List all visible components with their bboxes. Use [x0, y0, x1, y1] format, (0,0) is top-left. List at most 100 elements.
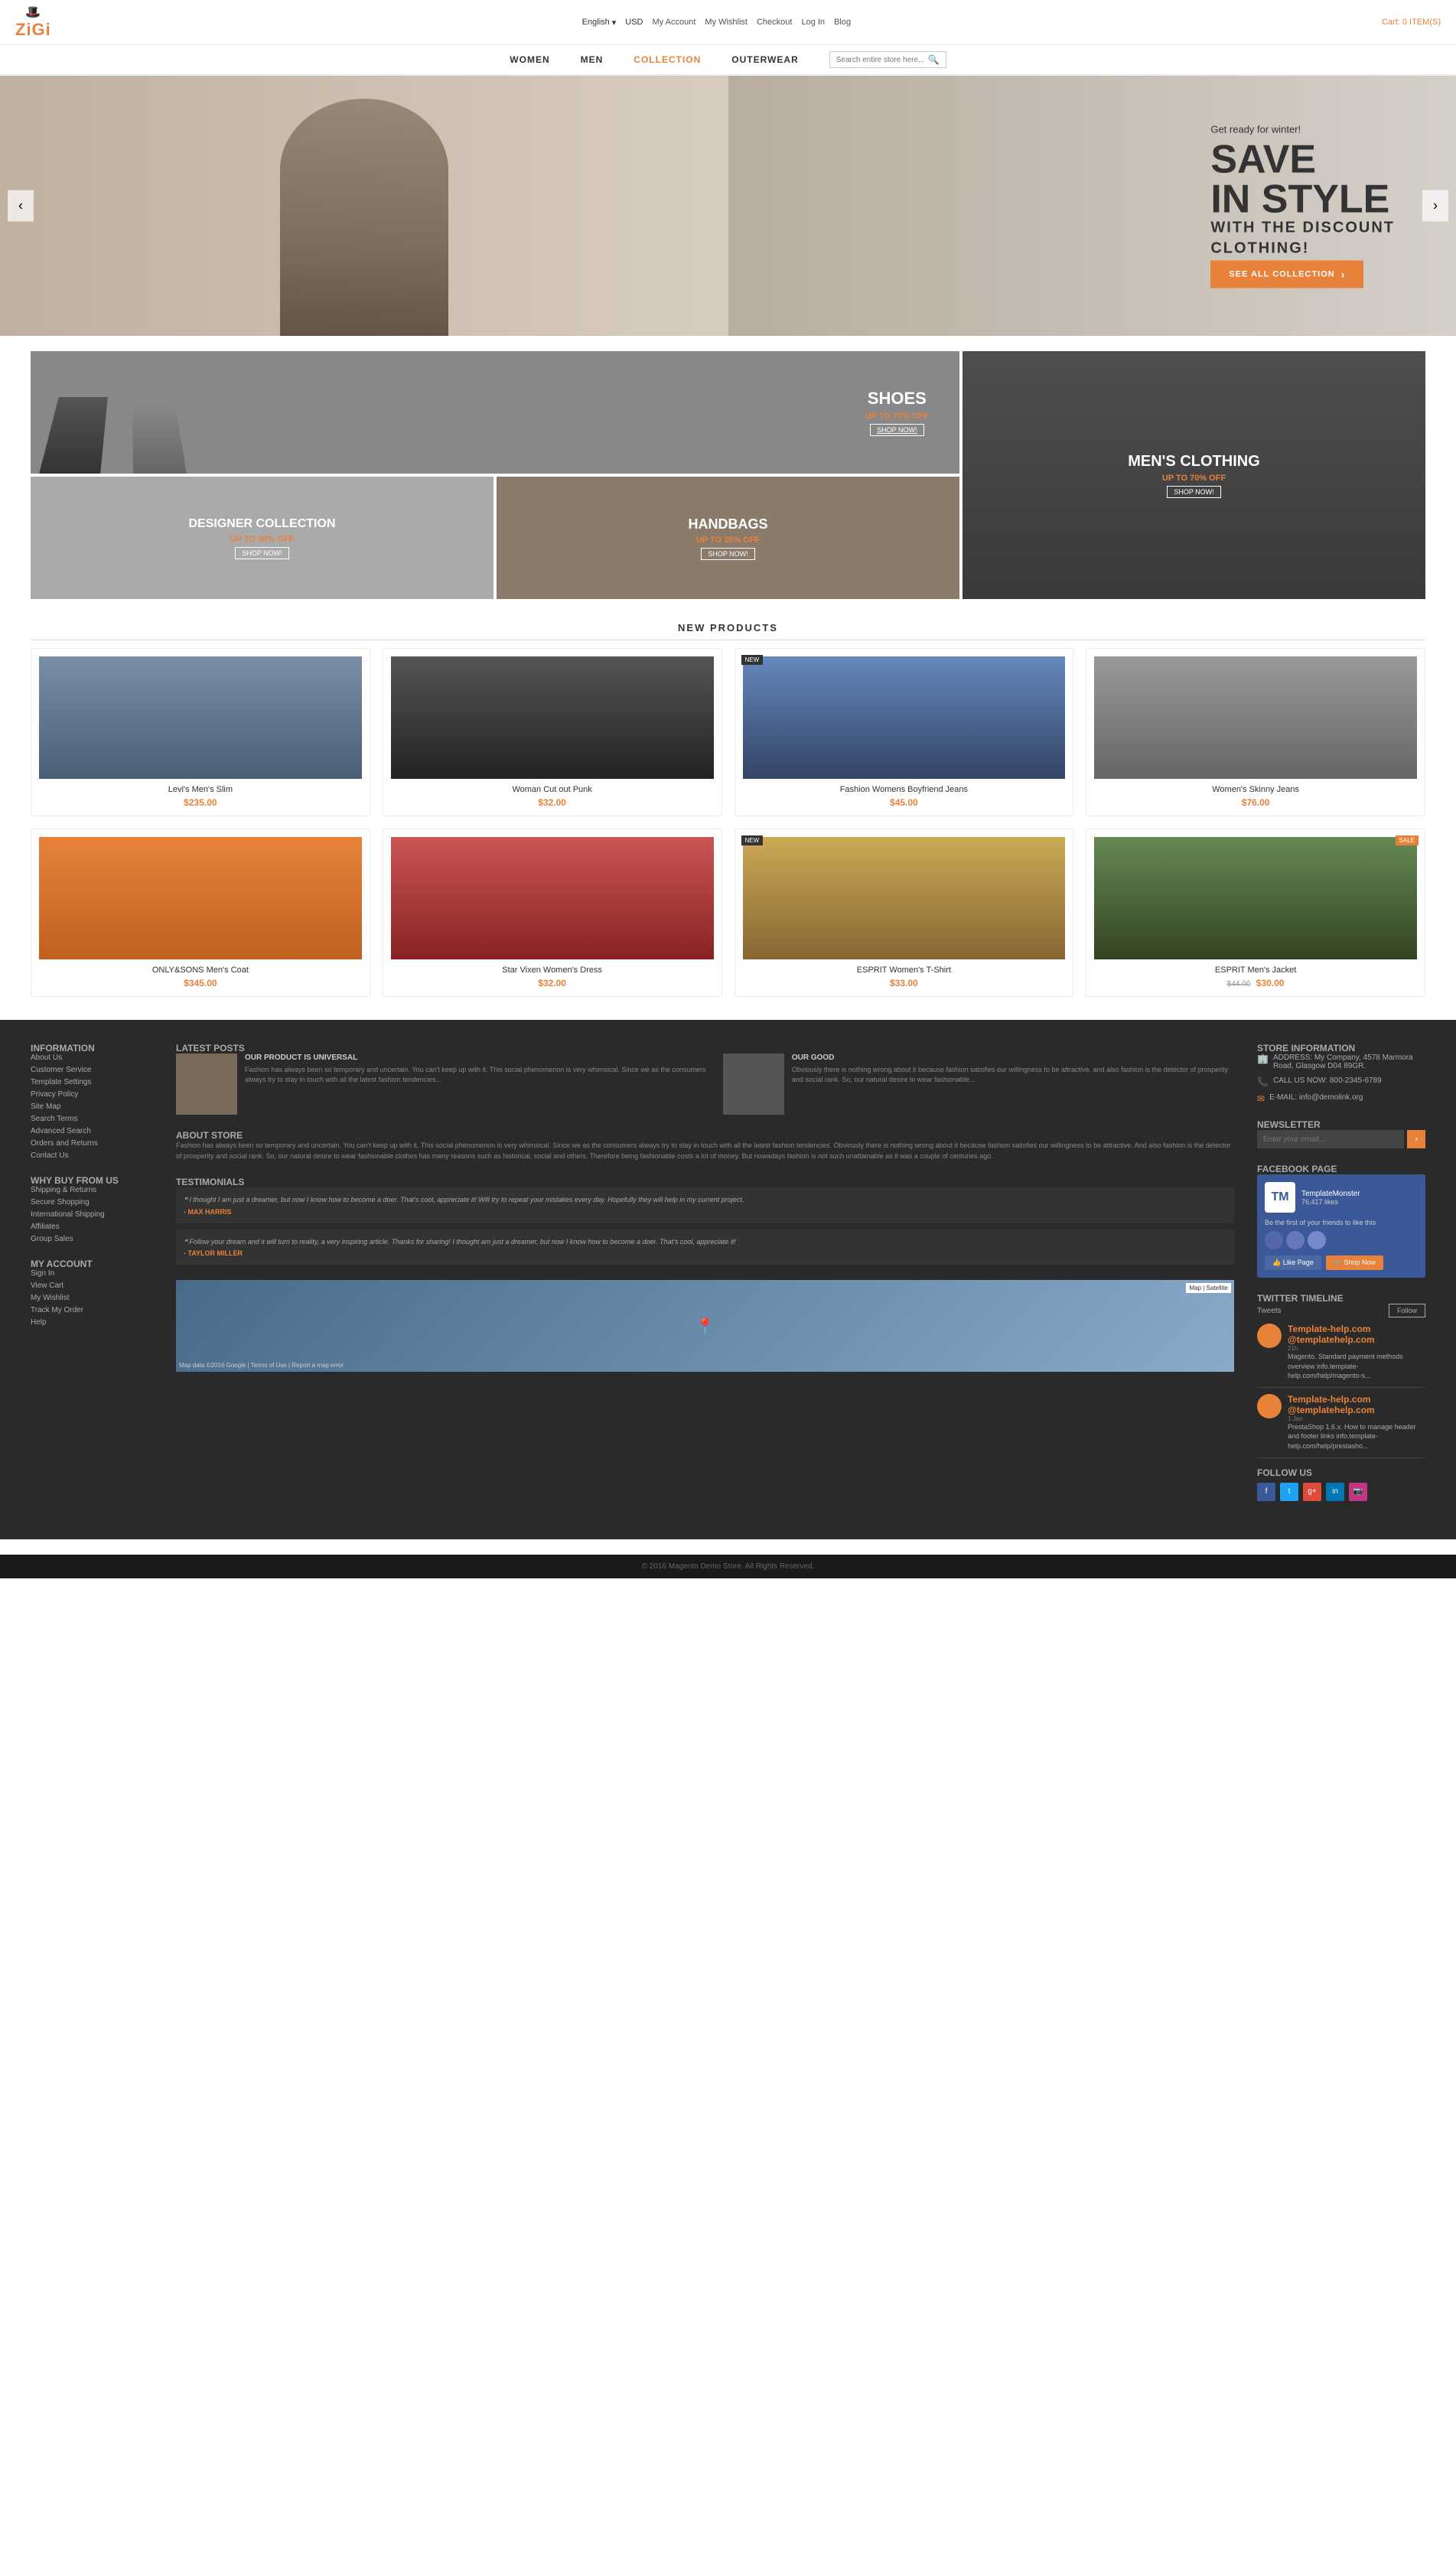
products-grid: Levi's Men's Slim $235.00 Woman Cut out …: [0, 648, 1456, 1020]
blog-link[interactable]: Blog: [834, 18, 851, 27]
footer-link-privacy[interactable]: Privacy Policy: [31, 1090, 153, 1099]
footer-link-about[interactable]: About Us: [31, 1054, 153, 1062]
newsletter-submit-button[interactable]: ›: [1407, 1130, 1425, 1148]
instagram-icon[interactable]: 📷: [1349, 1483, 1367, 1501]
footer-link-secure[interactable]: Secure Shopping: [31, 1198, 153, 1207]
promo-mens[interactable]: MEN'S CLOTHING UP TO 70% OFF SHOP NOW!: [963, 351, 1425, 599]
product-card[interactable]: Women's Skinny Jeans $76.00: [1086, 648, 1425, 816]
promo-handbags[interactable]: HANDBAGS UP TO 30% OFF SHOP NOW!: [497, 477, 959, 599]
slider-next-button[interactable]: ›: [1422, 191, 1448, 222]
new-products-title: NEW PRODUCTS: [31, 622, 1425, 640]
footer-link-signin[interactable]: Sign In: [31, 1269, 153, 1278]
search-box[interactable]: 🔍: [829, 51, 946, 68]
footer-link-search-terms[interactable]: Search Terms: [31, 1115, 153, 1123]
footer-link-shipping[interactable]: Shipping & Returns: [31, 1186, 153, 1194]
tweet-time-1: 21h: [1288, 1345, 1425, 1352]
cart-button[interactable]: Cart: 0 ITEM(S): [1382, 18, 1441, 27]
post-heading-2: OUR GOOD: [792, 1054, 1234, 1062]
wishlist-link[interactable]: My Wishlist: [705, 18, 748, 27]
product-price: $32.00: [391, 978, 714, 988]
facebook-icon[interactable]: f: [1257, 1483, 1275, 1501]
tweet-item-2: Template-help.com @templatehelp.com 1 Ja…: [1257, 1394, 1425, 1458]
login-link[interactable]: Log In: [801, 18, 825, 27]
designer-shop-link[interactable]: SHOP NOW!: [235, 547, 288, 559]
search-icon[interactable]: 🔍: [928, 54, 940, 65]
footer-link-sitemap[interactable]: Site Map: [31, 1102, 153, 1111]
product-card[interactable]: ONLY&SONS Men's Coat $345.00: [31, 829, 370, 997]
post-item-2: OUR GOOD Obviously there is nothing wron…: [723, 1054, 1234, 1115]
footer-link-view-cart[interactable]: View Cart: [31, 1282, 153, 1290]
follow-button[interactable]: Follow: [1389, 1304, 1425, 1317]
nav-women[interactable]: WOMEN: [510, 54, 549, 65]
product-card[interactable]: Woman Cut out Punk $32.00: [383, 648, 722, 816]
top-bar-links: English ▾ USD My Account My Wishlist Che…: [582, 18, 851, 28]
footer-link-intl-shipping[interactable]: International Shipping: [31, 1210, 153, 1219]
currency-selector[interactable]: USD: [625, 18, 643, 27]
product-price: $32.00: [391, 797, 714, 808]
my-account-link[interactable]: My Account: [653, 18, 696, 27]
fb-shop-button[interactable]: 🛒 Shop Now: [1326, 1255, 1383, 1270]
map-label: Map | Satellite: [1186, 1283, 1231, 1293]
newsletter-input[interactable]: [1257, 1130, 1404, 1148]
nav-collection[interactable]: COLLECTION: [634, 54, 701, 65]
mens-shop-link[interactable]: SHOP NOW!: [1167, 486, 1220, 498]
fb-header: TM TemplateMonster 76,417 likes: [1265, 1182, 1418, 1213]
product-card[interactable]: Star Vixen Women's Dress $32.00: [383, 829, 722, 997]
search-input[interactable]: [836, 56, 928, 64]
tweet-content-2: Template-help.com @templatehelp.com 1 Ja…: [1288, 1394, 1425, 1451]
checkout-link[interactable]: Checkout: [757, 18, 792, 27]
fb-page-name: TemplateMonster: [1301, 1190, 1360, 1198]
address-icon: 🏢: [1257, 1054, 1269, 1064]
twitter-section: TWITTER TIMELINE Tweets Follow Template-…: [1257, 1293, 1425, 1458]
footer-link-wishlist[interactable]: My Wishlist: [31, 1294, 153, 1302]
footer-link-group-sales[interactable]: Group Sales: [31, 1235, 153, 1243]
map-container: 📍 Map | Satellite Map data ©2016 Google …: [176, 1280, 1234, 1372]
nav-outerwear[interactable]: OUTERWEAR: [731, 54, 798, 65]
testimonials-section: TESTIMONIALS ❝ I thought I am just a dre…: [176, 1177, 1234, 1265]
follow-us-section: FOLLOW US f t g+ in 📷: [1257, 1467, 1425, 1501]
handbags-shop-link[interactable]: SHOP NOW!: [701, 548, 754, 560]
promo-designer[interactable]: DESIGNER COLLECTION UP TO 30% OFF SHOP N…: [31, 477, 493, 599]
shoes-shop-link[interactable]: SHOP NOW!: [870, 424, 923, 436]
footer-link-customer[interactable]: Customer Service: [31, 1066, 153, 1074]
newsletter-title: NEWSLETTER: [1257, 1119, 1425, 1130]
footer-link-contact[interactable]: Contact Us: [31, 1151, 153, 1160]
see-all-collection-button[interactable]: SEE ALL COLLECTION ›: [1210, 261, 1363, 288]
language-selector[interactable]: English ▾: [582, 18, 617, 28]
fb-info: TemplateMonster 76,417 likes: [1301, 1190, 1360, 1206]
cart-area: Cart: 0 ITEM(S): [1382, 18, 1441, 27]
fb-like-button[interactable]: 👍 Like Page: [1265, 1255, 1321, 1270]
footer-link-advanced-search[interactable]: Advanced Search: [31, 1127, 153, 1135]
footer-link-orders[interactable]: Orders and Returns: [31, 1139, 153, 1148]
about-store-section: ABOUT STORE Fashion has always been so t…: [176, 1130, 1234, 1161]
product-image: [39, 656, 362, 779]
hero-pretitle: Get ready for winter!: [1210, 124, 1395, 135]
slider-prev-button[interactable]: ‹: [8, 191, 34, 222]
logo-text: ZiGi: [15, 20, 51, 40]
product-name: ONLY&SONS Men's Coat: [39, 966, 362, 975]
product-image: [1094, 656, 1417, 779]
tweet-handle-2: Template-help.com @templatehelp.com: [1288, 1394, 1425, 1415]
footer-link-template[interactable]: Template Settings: [31, 1078, 153, 1086]
fb-avatar: [1286, 1231, 1305, 1249]
product-card[interactable]: New Fashion Womens Boyfriend Jeans $45.0…: [735, 648, 1074, 816]
product-card[interactable]: New ESPRIT Women's T-Shirt $33.00: [735, 829, 1074, 997]
nav-men[interactable]: MEN: [581, 54, 604, 65]
footer-link-affiliates[interactable]: Affiliates: [31, 1223, 153, 1231]
logo[interactable]: 🎩 ZiGi: [15, 5, 51, 40]
promo-shoes[interactable]: SHOES UP TO 70% OFF SHOP NOW!: [31, 351, 959, 474]
latest-posts-section: LATEST POSTS OUR PRODUCT IS UNIVERSAL Fa…: [176, 1043, 1234, 1115]
product-card[interactable]: Sale ESPRIT Men's Jacket $44.00 $30.00: [1086, 829, 1425, 997]
hero-content: Get ready for winter! SAVE IN STYLE WITH…: [1210, 124, 1395, 288]
googleplus-icon[interactable]: g+: [1303, 1483, 1321, 1501]
product-name: ESPRIT Men's Jacket: [1094, 966, 1417, 975]
footer-right-col: STORE INFORMATION 🏢 ADDRESS: My Company,…: [1257, 1043, 1425, 1516]
twitter-icon[interactable]: t: [1280, 1483, 1298, 1501]
phone-icon: 📞: [1257, 1076, 1269, 1087]
footer-link-track-order[interactable]: Track My Order: [31, 1306, 153, 1314]
badge-sale: Sale: [1396, 835, 1419, 845]
footer-link-help[interactable]: Help: [31, 1318, 153, 1327]
product-card[interactable]: Levi's Men's Slim $235.00: [31, 648, 370, 816]
post-content-1: OUR PRODUCT IS UNIVERSAL Fashion has alw…: [245, 1054, 715, 1115]
linkedin-icon[interactable]: in: [1326, 1483, 1344, 1501]
